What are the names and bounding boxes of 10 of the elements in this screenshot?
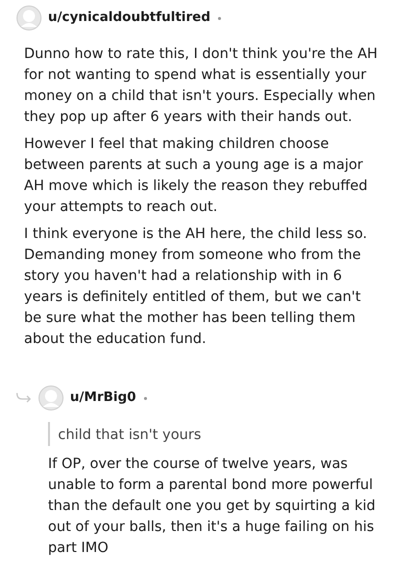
- comment-paragraph: If OP, over the course of twelve years, was unable to form a parental bond more powerful than the default one you get by squirting a kid out of your balls, then it's a huge failing on his part IMO: [48, 455, 376, 558]
- quote-text: child that isn't yours: [58, 427, 202, 443]
- comment-paragraph: However I feel that making children choose between parents at such a young age is a major AH move which is likely the reason they rebuffed your attempts to reach out.: [24, 135, 369, 217]
- avatar-icon[interactable]: [16, 5, 42, 31]
- comment-paragraph: I think everyone is the AH here, the child less so. Demanding money from someone who from the story you haven't had a relationship with in 6 years is definitely entitled of them, but we can't be sure what the mother has been telling them about the education fund.: [24, 225, 368, 349]
- username[interactable]: u/cynicaldoubtfultired: [48, 8, 210, 28]
- comment-paragraph: Dunno how to rate this, I don't think you're the AH for not wanting to spend what is essentially your money on a child that isn't yours. Especially when they pop up after 6 years with their hands out.: [24, 45, 378, 127]
- username[interactable]: u/MrBig0: [70, 388, 136, 408]
- reply-arrow-icon: [16, 393, 32, 403]
- avatar-icon[interactable]: [38, 385, 64, 411]
